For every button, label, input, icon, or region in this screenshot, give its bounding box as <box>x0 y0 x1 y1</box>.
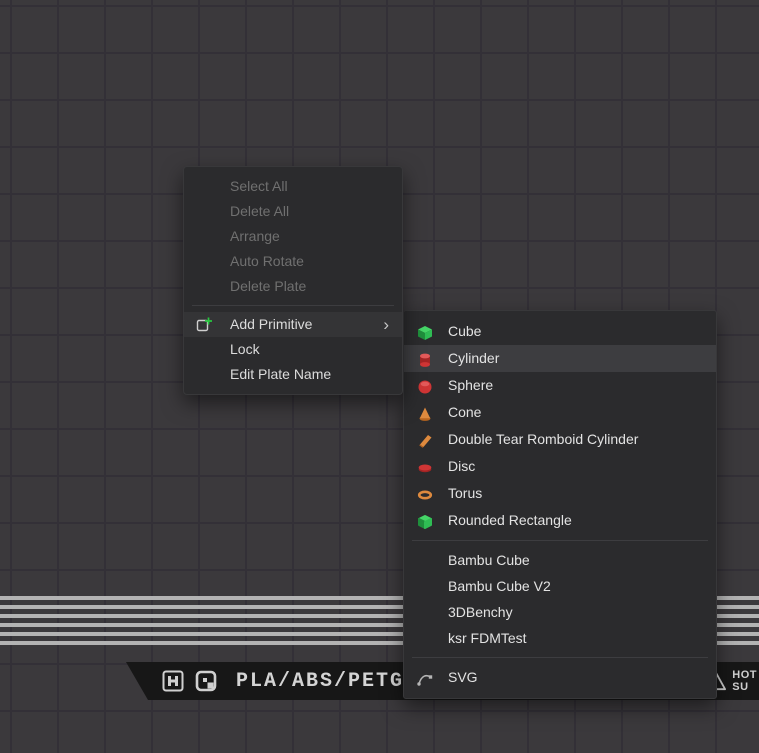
menu-item-label: Add Primitive <box>230 316 312 332</box>
sphere-icon <box>417 377 433 393</box>
submenu-item-torus[interactable]: Torus <box>404 480 716 507</box>
cube-icon <box>417 323 433 339</box>
slicer-viewport[interactable]: { "canvas": { "plate_label": "PLA/ABS/PE… <box>0 0 759 753</box>
submenu-item-svg[interactable]: SVG <box>404 664 716 691</box>
rounded-rectangle-icon <box>417 512 433 528</box>
menu-item-edit-plate-name[interactable]: Edit Plate Name <box>184 362 402 387</box>
menu-item-lock[interactable]: Lock <box>184 337 402 362</box>
submenu-item-ksr-fdmtest[interactable]: ksr FDMTest <box>404 625 716 651</box>
submenu-item-label: Sphere <box>448 377 493 393</box>
submenu-item-cube[interactable]: Cube <box>404 318 716 345</box>
submenu-item-bambu-cube[interactable]: Bambu Cube <box>404 547 716 573</box>
plate-context-menu: Select All Delete All Arrange Auto Rotat… <box>183 166 403 395</box>
submenu-item-label: Disc <box>448 458 475 474</box>
submenu-item-label: Cube <box>448 323 481 339</box>
submenu-item-label: Double Tear Romboid Cylinder <box>448 431 638 447</box>
submenu-item-label: Cylinder <box>448 350 499 366</box>
submenu-item-label: Rounded Rectangle <box>448 512 572 528</box>
submenu-item-cylinder[interactable]: Cylinder <box>404 345 716 372</box>
submenu-item-bambu-cube-v2[interactable]: Bambu Cube V2 <box>404 573 716 599</box>
menu-item-add-primitive[interactable]: Add Primitive › <box>184 312 402 337</box>
submenu-item-double-tear-romboid-cylinder[interactable]: Double Tear Romboid Cylinder <box>404 426 716 453</box>
submenu-separator <box>412 657 708 658</box>
plate-type-label: PLA/ABS/PETG <box>236 670 404 693</box>
menu-item-delete-plate: Delete Plate <box>184 274 402 299</box>
rhomboid-icon <box>417 431 433 447</box>
submenu-arrow-icon: › <box>383 312 389 337</box>
torus-icon <box>417 485 433 501</box>
add-primitive-icon <box>196 316 213 333</box>
submenu-item-sphere[interactable]: Sphere <box>404 372 716 399</box>
cone-icon <box>417 404 433 420</box>
submenu-item-cone[interactable]: Cone <box>404 399 716 426</box>
submenu-item-label: Cone <box>448 404 481 420</box>
submenu-separator <box>412 540 708 541</box>
plate-logo-icon-2 <box>195 670 217 692</box>
menu-item-delete-all: Delete All <box>184 199 402 224</box>
menu-item-select-all: Select All <box>184 174 402 199</box>
menu-separator <box>192 305 394 306</box>
plate-warning-line2: SU <box>732 681 757 693</box>
cylinder-icon <box>417 350 433 366</box>
menu-item-auto-rotate: Auto Rotate <box>184 249 402 274</box>
svg-shape-icon <box>417 669 433 685</box>
disc-icon <box>417 458 433 474</box>
plate-logo-icon-1 <box>162 670 184 692</box>
plate-banner-left: PLA/ABS/PETG <box>126 670 404 693</box>
submenu-item-label: Torus <box>448 485 482 501</box>
menu-item-arrange: Arrange <box>184 224 402 249</box>
plate-warning-text: HOT SU <box>732 669 757 693</box>
submenu-item-label: SVG <box>448 669 478 685</box>
submenu-item-disc[interactable]: Disc <box>404 453 716 480</box>
add-primitive-submenu: Cube Cylinder Sphere Cone <box>403 310 717 699</box>
submenu-item-rounded-rectangle[interactable]: Rounded Rectangle <box>404 507 716 534</box>
submenu-item-3dbenchy[interactable]: 3DBenchy <box>404 599 716 625</box>
plate-warning-line1: HOT <box>732 669 757 681</box>
